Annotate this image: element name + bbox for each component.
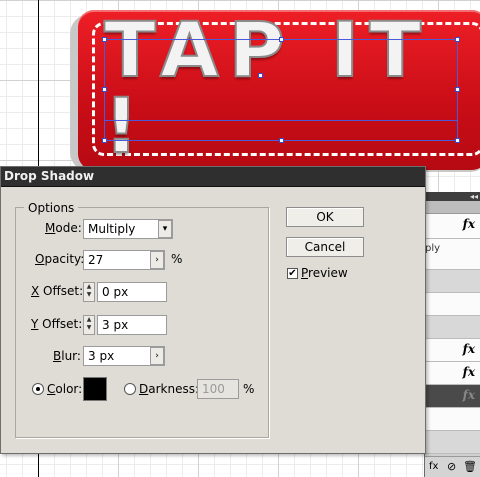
- options-legend: Options: [24, 201, 79, 215]
- mode-label: Mode:: [45, 221, 82, 235]
- panel-row[interactable]: [425, 316, 480, 339]
- opacity-unit: %: [171, 252, 183, 266]
- blur-label: Blur:: [53, 349, 81, 363]
- selection-handle-mr[interactable]: [455, 87, 460, 92]
- panel-tab-strip[interactable]: [425, 201, 480, 214]
- delete-icon[interactable]: 🗑: [463, 460, 477, 473]
- selection-handle-bl[interactable]: [102, 138, 107, 143]
- x-offset-stepper[interactable]: ▲ ▼: [83, 282, 95, 302]
- selection-baseline: [104, 120, 458, 121]
- blur-value: 3 px: [88, 349, 115, 363]
- panel-row[interactable]: ply: [425, 239, 480, 270]
- darkness-field: 100: [197, 379, 239, 399]
- fx-icon[interactable]: fx: [463, 365, 475, 379]
- selection-handle-br[interactable]: [455, 138, 460, 143]
- selection-handle-bm[interactable]: [279, 138, 284, 143]
- x-offset-label: X Offset:: [31, 284, 84, 298]
- fx-icon[interactable]: fx: [463, 342, 475, 356]
- fx-icon[interactable]: fx: [463, 217, 475, 231]
- panel-footer-toolbar: fx ⊘ 🗑: [425, 456, 480, 477]
- cancel-button[interactable]: Cancel: [286, 237, 364, 257]
- panel-row-selected[interactable]: fx: [425, 385, 480, 408]
- selection-bounding-box[interactable]: [104, 39, 458, 141]
- chevron-right-icon[interactable]: ›: [150, 251, 164, 269]
- panel-row[interactable]: [425, 431, 480, 454]
- color-radio[interactable]: [32, 383, 44, 395]
- panel-row[interactable]: fx: [425, 214, 480, 239]
- preview-label[interactable]: Preview: [301, 266, 348, 280]
- selection-handle-tr[interactable]: [455, 37, 460, 42]
- panel-row[interactable]: [425, 293, 480, 316]
- chevron-right-icon[interactable]: ›: [150, 347, 164, 365]
- y-offset-stepper[interactable]: ▲ ▼: [83, 315, 95, 335]
- mode-value: Multiply: [88, 222, 136, 236]
- dialog-title: Drop Shadow: [4, 169, 95, 183]
- selection-handle-ml[interactable]: [102, 87, 107, 92]
- darkness-radio[interactable]: [124, 383, 136, 395]
- opacity-label: Opacity:: [35, 252, 85, 266]
- color-swatch[interactable]: [83, 377, 107, 401]
- dialog-titlebar[interactable]: Drop Shadow: [1, 167, 425, 187]
- panel-row[interactable]: [425, 408, 480, 431]
- chevron-down-icon[interactable]: ▾: [158, 220, 172, 238]
- x-offset-value: 0 px: [102, 285, 129, 299]
- fx-add-icon[interactable]: fx: [429, 461, 438, 472]
- x-offset-field[interactable]: 0 px: [97, 282, 167, 302]
- darkness-label[interactable]: Darkness:: [139, 382, 199, 396]
- selection-center-point[interactable]: [258, 73, 263, 78]
- y-offset-field[interactable]: 3 px: [97, 315, 167, 335]
- y-offset-value: 3 px: [102, 318, 129, 332]
- panel-row[interactable]: fx: [425, 362, 480, 385]
- fx-icon[interactable]: fx: [463, 388, 475, 402]
- panel-row[interactable]: [425, 270, 480, 293]
- color-label[interactable]: Color:: [47, 382, 82, 396]
- selection-handle-tl[interactable]: [102, 37, 107, 42]
- selection-handle-tm[interactable]: [279, 37, 284, 42]
- panel-collapse-icon[interactable]: ◂◂: [425, 192, 480, 201]
- darkness-unit: %: [243, 382, 255, 396]
- appearance-panel: ◂◂ fx ply fx fx fx fx ⊘ 🗑: [424, 192, 480, 477]
- darkness-value: 100: [202, 382, 225, 396]
- panel-row-text: ply: [425, 243, 441, 254]
- y-offset-label: Y Offset:: [31, 317, 83, 331]
- ok-button[interactable]: OK: [286, 207, 364, 227]
- clear-appearance-icon[interactable]: ⊘: [447, 460, 456, 473]
- preview-checkbox[interactable]: ✔: [287, 268, 298, 279]
- drop-shadow-dialog: Drop Shadow Options Mode: Multiply ▾ Opa…: [0, 166, 426, 454]
- panel-row[interactable]: fx: [425, 339, 480, 362]
- opacity-value: 27: [88, 253, 104, 267]
